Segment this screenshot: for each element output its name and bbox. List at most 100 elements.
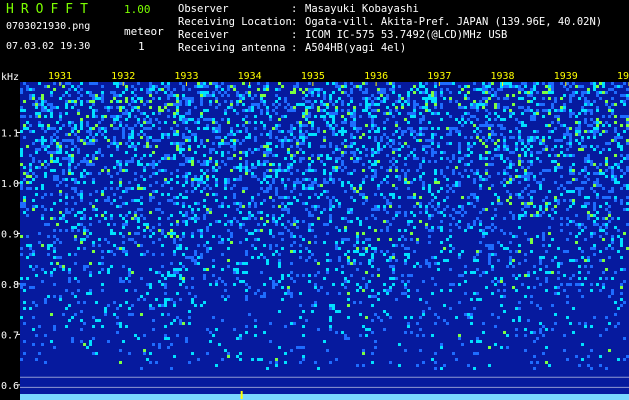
- noise-cell: [623, 115, 626, 118]
- noise-cell: [365, 106, 368, 109]
- noise-cell: [158, 217, 161, 220]
- noise-cell: [458, 142, 461, 145]
- noise-cell: [251, 97, 254, 100]
- noise-cell: [416, 364, 419, 367]
- noise-cell: [155, 145, 158, 148]
- noise-cell: [164, 325, 167, 328]
- noise-cell: [98, 220, 101, 223]
- noise-cell: [521, 97, 524, 100]
- noise-cell: [575, 259, 578, 262]
- noise-cell: [599, 277, 602, 280]
- noise-cell: [413, 205, 416, 208]
- noise-cell: [518, 181, 521, 184]
- noise-cell: [428, 265, 431, 268]
- noise-cell: [185, 100, 188, 103]
- noise-cell: [86, 124, 89, 127]
- noise-cell: [362, 145, 365, 148]
- noise-cell: [206, 208, 209, 211]
- noise-cell: [500, 304, 503, 307]
- noise-cell: [494, 226, 497, 229]
- noise-cell: [572, 307, 575, 310]
- noise-cell: [542, 169, 545, 172]
- noise-cell: [263, 172, 266, 175]
- noise-cell: [20, 148, 23, 151]
- noise-cell: [128, 160, 131, 163]
- noise-cell: [80, 328, 83, 331]
- noise-cell: [176, 220, 179, 223]
- noise-cell: [152, 226, 155, 229]
- noise-cell: [386, 106, 389, 109]
- noise-cell: [68, 133, 71, 136]
- noise-cell: [569, 100, 572, 103]
- noise-cell: [35, 265, 38, 268]
- noise-cell: [401, 280, 404, 283]
- noise-cell: [287, 220, 290, 223]
- noise-cell: [299, 124, 302, 127]
- noise-cell: [125, 202, 128, 205]
- noise-cell: [305, 202, 308, 205]
- noise-cell: [254, 202, 257, 205]
- noise-cell: [185, 127, 188, 130]
- noise-cell: [623, 172, 626, 175]
- noise-cell: [509, 259, 512, 262]
- noise-cell: [38, 82, 41, 85]
- noise-cell: [113, 244, 116, 247]
- noise-cell: [92, 154, 95, 157]
- noise-cell: [209, 340, 212, 343]
- noise-cell: [125, 214, 128, 217]
- noise-cell: [440, 367, 443, 370]
- noise-cell: [428, 160, 431, 163]
- noise-cell: [230, 220, 233, 223]
- noise-cell: [29, 247, 32, 250]
- noise-cell: [245, 160, 248, 163]
- noise-cell: [323, 178, 326, 181]
- noise-cell: [302, 220, 305, 223]
- noise-cell: [455, 118, 458, 121]
- noise-cell: [386, 94, 389, 97]
- noise-cell: [32, 142, 35, 145]
- noise-cell: [50, 112, 53, 115]
- noise-cell: [593, 82, 596, 85]
- noise-cell: [407, 145, 410, 148]
- noise-cell: [98, 130, 101, 133]
- noise-cell: [422, 85, 425, 88]
- noise-cell: [344, 145, 347, 148]
- noise-cell: [191, 163, 194, 166]
- noise-cell: [218, 343, 221, 346]
- noise-cell: [383, 253, 386, 256]
- noise-cell: [194, 250, 197, 253]
- noise-cell: [83, 157, 86, 160]
- noise-cell: [221, 142, 224, 145]
- noise-cell: [302, 157, 305, 160]
- noise-cell: [296, 103, 299, 106]
- noise-cell: [506, 145, 509, 148]
- noise-cell: [161, 88, 164, 91]
- noise-cell: [89, 343, 92, 346]
- noise-cell: [431, 154, 434, 157]
- noise-cell: [506, 247, 509, 250]
- noise-cell: [608, 115, 611, 118]
- noise-cell: [467, 145, 470, 148]
- noise-cell: [437, 112, 440, 115]
- noise-cell: [245, 109, 248, 112]
- noise-cell: [569, 172, 572, 175]
- noise-cell: [149, 118, 152, 121]
- noise-cell: [29, 154, 32, 157]
- noise-cell: [290, 133, 293, 136]
- noise-cell: [566, 181, 569, 184]
- noise-cell: [497, 289, 500, 292]
- noise-cell: [71, 85, 74, 88]
- noise-cell: [548, 244, 551, 247]
- noise-cell: [278, 205, 281, 208]
- noise-cell: [71, 226, 74, 229]
- noise-cell: [539, 268, 542, 271]
- noise-cell: [38, 97, 41, 100]
- noise-cell: [593, 172, 596, 175]
- noise-cell: [236, 91, 239, 94]
- noise-cell: [254, 139, 257, 142]
- noise-cell: [167, 274, 170, 277]
- noise-cell: [293, 184, 296, 187]
- noise-cell: [146, 142, 149, 145]
- noise-cell: [137, 121, 140, 124]
- noise-cell: [506, 265, 509, 268]
